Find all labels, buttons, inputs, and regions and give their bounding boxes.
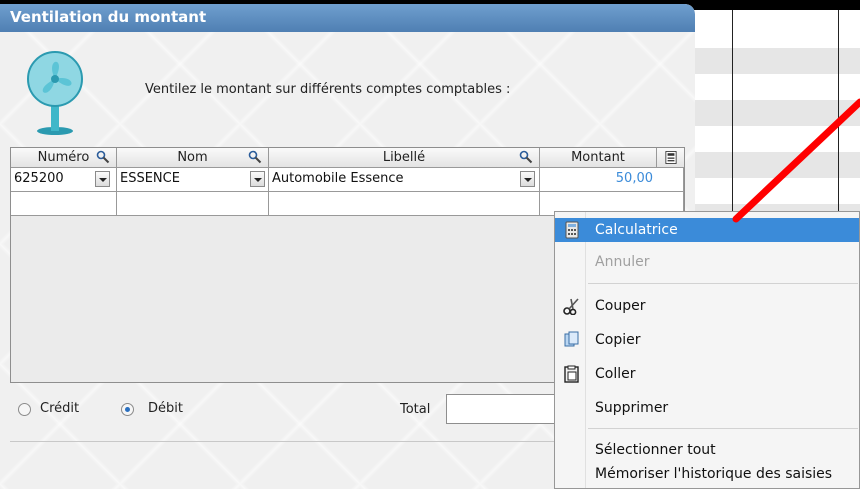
annotation-arrow [732,98,860,223]
